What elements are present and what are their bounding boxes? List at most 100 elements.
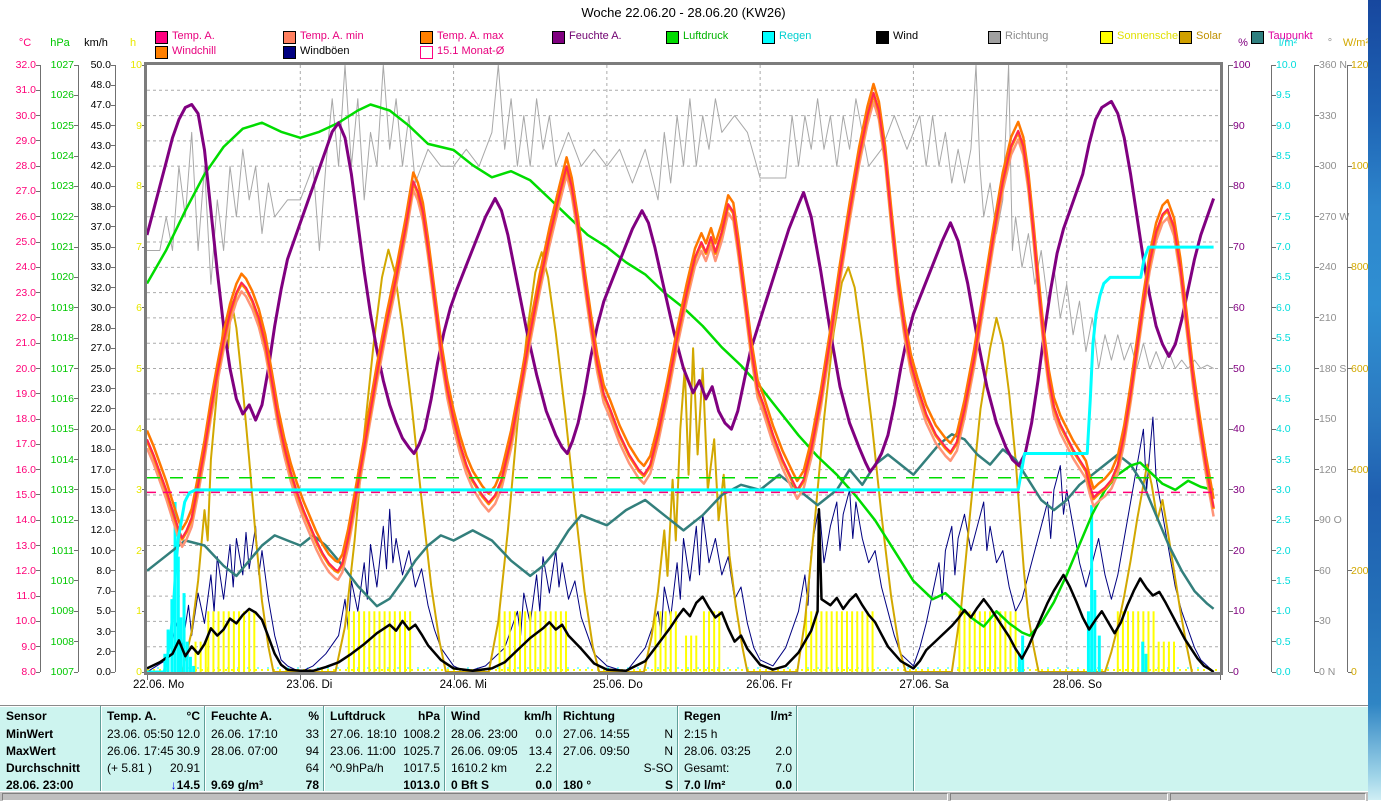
wind-axis-tick [111, 226, 115, 228]
legend-label: Temp. A. min [300, 30, 364, 42]
row-header-maxwert: MaxWert [6, 744, 56, 758]
windb-en-swatch [283, 46, 296, 59]
cell-value: N [664, 744, 673, 758]
table-column-richtung: Richtung 27.06. 14:55 N 27.06. 09:50 N S-SO 18… [556, 706, 678, 792]
direction-axis-title: ° [1327, 37, 1333, 49]
wind-axis-tick-label: 47.0 [90, 99, 111, 112]
table-column-regen: Regen l/m² 2:15 h 28.06. 03:25 2.0 Gesamt: 7.0… [677, 706, 797, 792]
column-unit: °C [186, 709, 200, 723]
table-column-luftdruck: Luftdruck hPa 27.06. 18:10 1008.2 23.06. 11:… [323, 706, 445, 792]
sensor-stats-table: Sensor MinWert MaxWert Durchschnitt 28.06. 2… [0, 705, 1368, 792]
legend-label: Windchill [172, 45, 217, 57]
temp-axis-tick [36, 469, 40, 471]
cell-label: ^0.9hPa/h [330, 761, 384, 775]
column-unit: % [308, 709, 319, 723]
cell-label: 7.0 l/m² [684, 778, 726, 792]
legend-label: Regen [779, 30, 812, 42]
weather-app-window: Woche 22.06.20 - 28.06.20 (KW26) Temp. A… [0, 0, 1374, 801]
sunshine-axis-tick-label: 4 [136, 423, 142, 436]
wind-axis-tick-label: 7.0 [96, 585, 111, 598]
pressure-axis-tick [74, 580, 78, 582]
wind-swatch [876, 31, 889, 44]
rain-axis-tick-label: 6.5 [1276, 271, 1291, 284]
direction-axis-tick-label: 270 W [1319, 210, 1350, 223]
temp-a-max-swatch [420, 31, 433, 44]
cell-value: 94 [305, 744, 319, 758]
cell-value: 1017.5 [403, 761, 440, 775]
desktop-wallpaper-strip [1368, 0, 1381, 800]
day-label: 27.06. Sa [899, 679, 949, 691]
temp-axis-tick-label: 22.0 [15, 311, 36, 324]
pressure-axis-tick [74, 94, 78, 96]
legend-label: Luftdruck [683, 30, 729, 42]
sunshine-axis-tick-label: 5 [136, 362, 142, 375]
taupunkt-swatch [1251, 31, 1264, 44]
wind-axis-tick-label: 12.0 [90, 524, 111, 537]
pressure-axis-tick-label: 1020 [50, 271, 74, 284]
temp-a-min-swatch [283, 31, 296, 44]
day-tick [1220, 675, 1221, 680]
legend-label: Wind [893, 30, 919, 42]
cell-value: 30.9 [176, 744, 200, 758]
rain-axis-tick-label: 3.0 [1276, 483, 1291, 496]
temp-axis-tick-label: 23.0 [15, 286, 36, 299]
cell-value: 1008.2 [403, 727, 440, 741]
wind-axis-tick [111, 165, 115, 167]
legend-label: Richtung [1005, 30, 1049, 42]
cell-value: 2.0 [775, 744, 792, 758]
table-column-sensor: Sensor MinWert MaxWert Durchschnitt 28.06. 2… [2, 706, 100, 792]
pressure-axis-tick-label: 1024 [50, 150, 74, 163]
rain-axis-title: l/m² [1278, 37, 1298, 49]
pressure-axis-tick [74, 459, 78, 461]
day-label: 25.06. Do [592, 679, 643, 691]
column-header: Luftdruck [330, 709, 386, 723]
cell-label: 23.06. 05:50 [107, 727, 174, 741]
sunshine-axis-tick-label: 7 [136, 241, 142, 254]
pressure-axis-tick [74, 519, 78, 521]
wind-axis-tick-label: 42.0 [90, 160, 111, 173]
cell-label: 9.69 g/m³ [211, 778, 264, 792]
pressure-axis-tick-label: 1010 [50, 574, 74, 587]
row-header-sensor: Sensor [6, 709, 47, 723]
day-label: 23.06. Di [286, 679, 333, 691]
wind-axis-tick-label: 17.0 [90, 463, 111, 476]
rain-axis-tick-label: 8.0 [1276, 180, 1291, 193]
column-header: Wind [451, 709, 481, 723]
wind-axis-tick [111, 206, 115, 208]
temp-axis-tick-label: 11.0 [16, 590, 36, 603]
wind-axis-tick-label: 28.0 [90, 322, 111, 335]
sunshine-axis-tick-label: 10 [130, 59, 142, 71]
sunshine-axis-tick-label: 1 [136, 605, 142, 618]
rain-axis-tick-label: 8.5 [1276, 150, 1291, 163]
direction-axis-tick-label: 210 [1319, 311, 1337, 324]
row-header-minwert: MinWert [6, 727, 54, 741]
temp-axis-tick [36, 140, 40, 142]
column-header: Regen [684, 709, 721, 723]
wind-axis-tick [111, 448, 115, 450]
direction-axis-tick-label: 30 [1319, 615, 1331, 628]
row-header-durchschnitt: Durchschnitt [6, 761, 81, 775]
wind-axis-tick-label: 33.0 [90, 261, 111, 274]
windchill-swatch [155, 46, 168, 59]
rain-axis-tick-label: 9.0 [1276, 119, 1291, 132]
wind-axis-tick-label: 3.0 [96, 625, 111, 638]
wind-axis-tick-label: 48.0 [90, 79, 111, 92]
cell-value: 64 [305, 761, 319, 775]
legend-label: Temp. A. [172, 30, 215, 42]
wind-axis-tick-label: 22.0 [90, 402, 111, 415]
cell-value: 33 [305, 727, 319, 741]
direction-axis-tick-label: 330 [1319, 109, 1337, 122]
wind-axis-tick [111, 388, 115, 390]
pressure-axis-tick-label: 1026 [50, 89, 74, 102]
cell-value: 12.0 [176, 727, 200, 741]
cell-value: 7.0 [775, 761, 792, 775]
wind-axis-tick [111, 529, 115, 531]
cell-value: 78 [305, 778, 319, 792]
temp-axis-tick-label: 18.0 [15, 413, 36, 426]
solar-swatch [1179, 31, 1192, 44]
cell-value: S-SO [643, 761, 673, 775]
legend-label: Solar [1196, 30, 1222, 42]
table-column-empty [796, 706, 914, 792]
cell-label: 28.06. 03:25 [684, 744, 751, 758]
sonnenschein-swatch [1100, 31, 1113, 44]
